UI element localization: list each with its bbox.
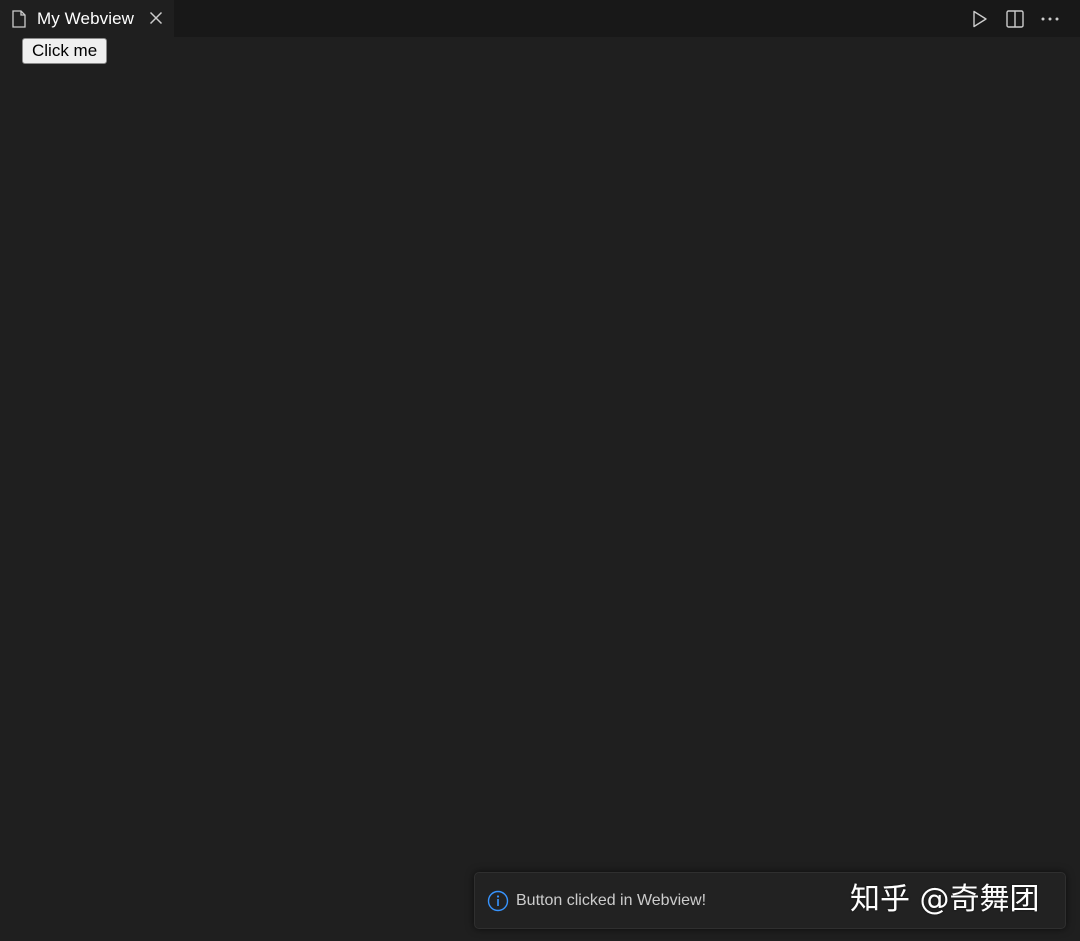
- notification-message: Button clicked in Webview!: [516, 891, 707, 909]
- split-editor-icon[interactable]: [998, 5, 1032, 33]
- webview-content: Click me: [0, 37, 1080, 941]
- more-actions-icon[interactable]: [1033, 5, 1067, 33]
- run-icon[interactable]: [963, 5, 997, 33]
- vscode-window: My Webview Click me Button clicked in We…: [0, 0, 1080, 941]
- file-icon: [11, 9, 27, 28]
- tab-title: My Webview: [37, 8, 135, 28]
- watermark: 知乎 @奇舞团: [850, 882, 1040, 917]
- click-me-button[interactable]: Click me: [22, 38, 108, 64]
- close-icon[interactable]: [146, 8, 166, 28]
- editor-tab-bar: My Webview: [0, 0, 1080, 37]
- editor-actions: [962, 0, 1080, 37]
- tab-my-webview[interactable]: My Webview: [0, 0, 174, 37]
- info-icon: [487, 890, 509, 912]
